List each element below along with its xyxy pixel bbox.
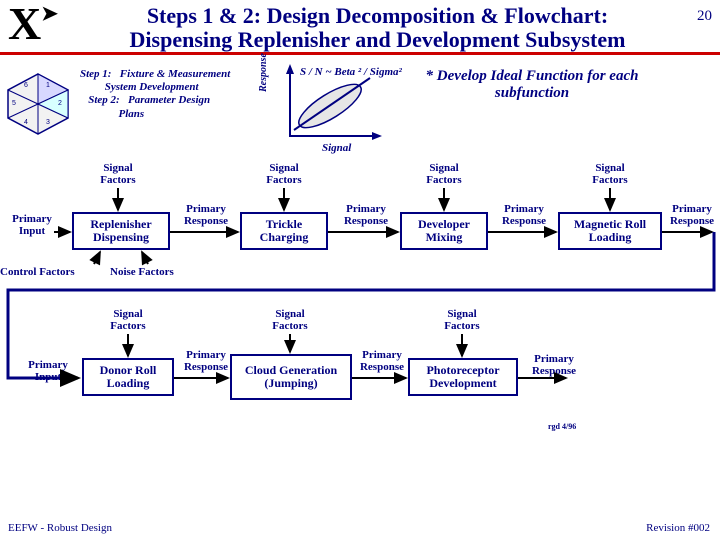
pr-7: Primary Response [524,354,584,377]
pi-2: Primary Input [18,360,78,383]
sf-label-1: Signal Factors [88,162,148,186]
pi-1: Primary Input [2,214,62,237]
step2-text1: Parameter Design [128,94,210,106]
control-factors-label: Control Factors [0,266,75,278]
box-replenisher-dispensing: Replenisher Dispensing [72,212,170,250]
step2-label: Step 2: [88,94,119,106]
steps-text: Step 1: Fixture & Measurement System Dev… [80,68,230,121]
box-photoreceptor-development: Photoreceptor Development [408,358,518,396]
pr-4: Primary Response [664,204,720,227]
logo-dot: ➤ [41,3,58,25]
footer-left: EEFW - Robust Design [8,522,112,534]
sf-label-3: Signal Factors [414,162,474,186]
sf-label-2: Signal Factors [254,162,314,186]
title-line2: Dispensing Replenisher and Development S… [130,27,626,52]
small-code: rgd 4/96 [548,422,576,431]
step1-text2: System Development [105,81,199,93]
pr-3: Primary Response [494,204,554,227]
logo-x: X [8,0,41,49]
pr-6: Primary Response [352,350,412,373]
svg-text:4: 4 [24,119,28,126]
box-cloud-generation: Cloud Generation (Jumping) [230,354,352,400]
box-developer-mixing: Developer Mixing [400,212,488,250]
page-title: Steps 1 & 2: Design Decomposition & Flow… [62,4,693,52]
pr-5: Primary Response [176,350,236,373]
pr-2: Primary Response [336,204,396,227]
sn-formula: S / N ~ Beta ² / Sigma² [300,66,402,78]
page-number: 20 [697,8,712,25]
svg-text:6: 6 [24,82,28,89]
title-line1: Steps 1 & 2: Design Decomposition & Flow… [147,3,608,28]
noise-factors-label: Noise Factors [110,266,174,278]
step1-label: Step 1: [80,68,111,80]
step2-text2: Plans [119,108,145,120]
sf-label-7: Signal Factors [432,308,492,332]
pr-1: Primary Response [176,204,236,227]
box-magnetic-roll-loading: Magnetic Roll Loading [558,212,662,250]
logo: X➤ [8,6,58,43]
sn-ylabel: Response [258,53,269,92]
step1-text1: Fixture & Measurement [120,68,231,80]
sf-label-4: Signal Factors [580,162,640,186]
diagram-canvas: 1 2 3 4 5 6 Step 1: Fixture & Measuremen… [0,64,720,494]
footer-right: Revision #002 [646,522,710,534]
svg-text:2: 2 [58,100,62,107]
sn-xlabel: Signal [322,142,351,154]
svg-text:5: 5 [12,100,16,107]
sf-label-5: Signal Factors [98,308,158,332]
svg-text:1: 1 [46,82,50,89]
svg-text:3: 3 [46,119,50,126]
hex-icon: 1 2 3 4 5 6 [2,72,74,136]
box-donor-roll-loading: Donor Roll Loading [82,358,174,396]
box-trickle-charging: Trickle Charging [240,212,328,250]
sf-label-6: Signal Factors [260,308,320,332]
ideal-function-note: * Develop Ideal Function for each subfun… [412,68,652,101]
